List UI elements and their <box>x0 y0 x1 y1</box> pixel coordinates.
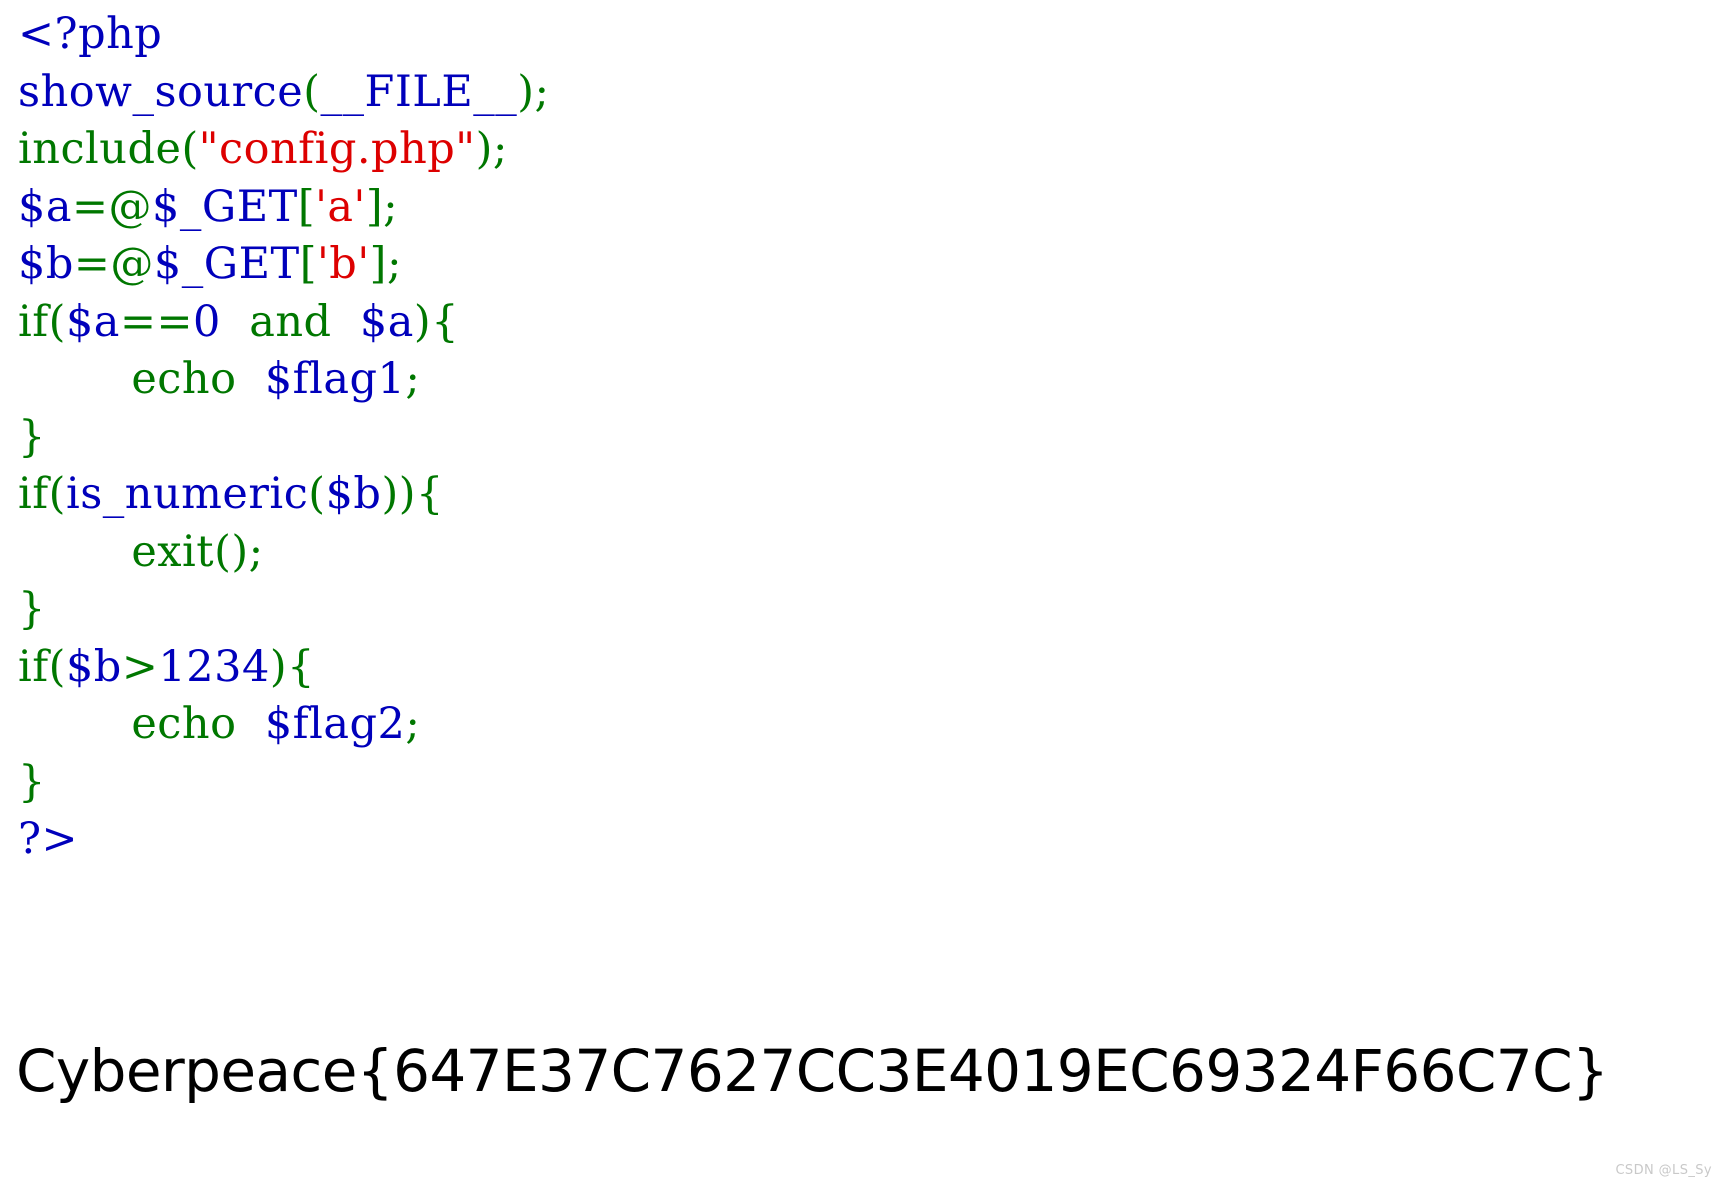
code-token: 0 <box>193 296 221 347</box>
code-token: ( <box>48 641 66 692</box>
code-token: { <box>287 641 315 692</box>
code-line: echo $flag1; <box>18 351 1708 409</box>
code-token: ] <box>369 239 387 289</box>
code-token: 'b' <box>316 239 370 289</box>
code-token: __FILE__ <box>320 66 518 117</box>
code-token: ) <box>269 641 288 692</box>
code-token: include <box>18 124 182 174</box>
code-line: $b=@$_GET['b']; <box>18 236 1708 294</box>
code-line: if($b>1234){ <box>18 639 1708 697</box>
code-token: 1234 <box>158 641 270 692</box>
code-token: ) <box>381 469 399 519</box>
code-line: } <box>18 754 1708 812</box>
code-token: =@ <box>72 181 153 232</box>
code-token: $b <box>325 469 382 519</box>
code-token: ) <box>398 469 417 519</box>
code-token: $_GET <box>152 181 298 232</box>
code-token: ) <box>517 66 535 117</box>
code-token: ( <box>181 124 199 174</box>
php-source-code-block: <?php show_source(__FILE__); include("conf… <box>18 6 1708 869</box>
code-line: exit(); <box>18 524 1708 582</box>
code-line: if(is_numeric($b)){ <box>18 466 1708 524</box>
code-token: echo <box>131 354 237 404</box>
code-token: $flag2 <box>264 699 406 749</box>
code-token: "config.php" <box>198 124 476 174</box>
code-token: == <box>119 296 194 347</box>
code-token: } <box>18 411 46 462</box>
code-token: [ <box>299 239 317 289</box>
code-token: =@ <box>73 239 154 289</box>
code-token: ; <box>386 239 402 289</box>
code-token: $a <box>359 296 414 347</box>
code-token: $b <box>65 641 122 692</box>
code-token: $a <box>18 181 72 232</box>
code-token: and <box>249 296 332 347</box>
code-token: exit <box>131 526 215 577</box>
code-token: ] <box>365 181 384 232</box>
code-token: } <box>18 584 46 634</box>
code-token: ( <box>48 296 66 347</box>
code-token: 'a' <box>315 181 366 232</box>
code-token: show_source <box>18 66 304 117</box>
code-line: ?> <box>18 811 1708 869</box>
flag-output-text: Cyberpeace{647E37C7627CC3E4019EC69324F66… <box>16 1037 1609 1105</box>
code-line: $a=@$_GET['a']; <box>18 179 1708 237</box>
code-token: ; <box>383 181 399 232</box>
code-token: if <box>18 296 49 347</box>
code-token: ?> <box>18 814 79 864</box>
code-token: ( <box>303 66 321 117</box>
code-token: $b <box>18 239 74 289</box>
code-token: $a <box>65 296 120 347</box>
csdn-watermark: CSDN @LS_Sy <box>1615 1163 1712 1178</box>
code-token: ) <box>231 526 249 577</box>
code-token: ) <box>413 296 432 347</box>
code-token: $_GET <box>153 239 300 289</box>
code-token: ; <box>405 354 421 404</box>
code-token: <?php <box>18 9 163 59</box>
code-line: show_source(__FILE__); <box>18 64 1708 122</box>
code-token: echo <box>131 699 237 749</box>
code-token: is_numeric <box>65 469 309 519</box>
code-line: echo $flag2; <box>18 696 1708 754</box>
code-token: if <box>18 469 49 519</box>
code-line: if($a==0 and $a){ <box>18 294 1708 352</box>
code-token: } <box>18 756 46 807</box>
code-token: ( <box>214 526 232 577</box>
code-token: { <box>416 469 444 519</box>
code-token: ; <box>405 699 421 749</box>
code-line: <?php <box>18 6 1708 64</box>
code-token: ( <box>48 469 66 519</box>
code-line: include("config.php"); <box>18 121 1708 179</box>
code-token: > <box>121 641 159 692</box>
code-token: { <box>431 296 460 347</box>
code-line: } <box>18 581 1708 639</box>
code-token: [ <box>297 181 316 232</box>
code-token: ; <box>534 66 550 117</box>
code-token: ; <box>248 526 264 577</box>
code-token: ; <box>492 124 508 174</box>
code-line: } <box>18 409 1708 467</box>
code-token: ) <box>475 124 493 174</box>
code-token: ( <box>308 469 326 519</box>
code-token: $flag1 <box>264 354 406 404</box>
code-token: if <box>18 641 49 692</box>
